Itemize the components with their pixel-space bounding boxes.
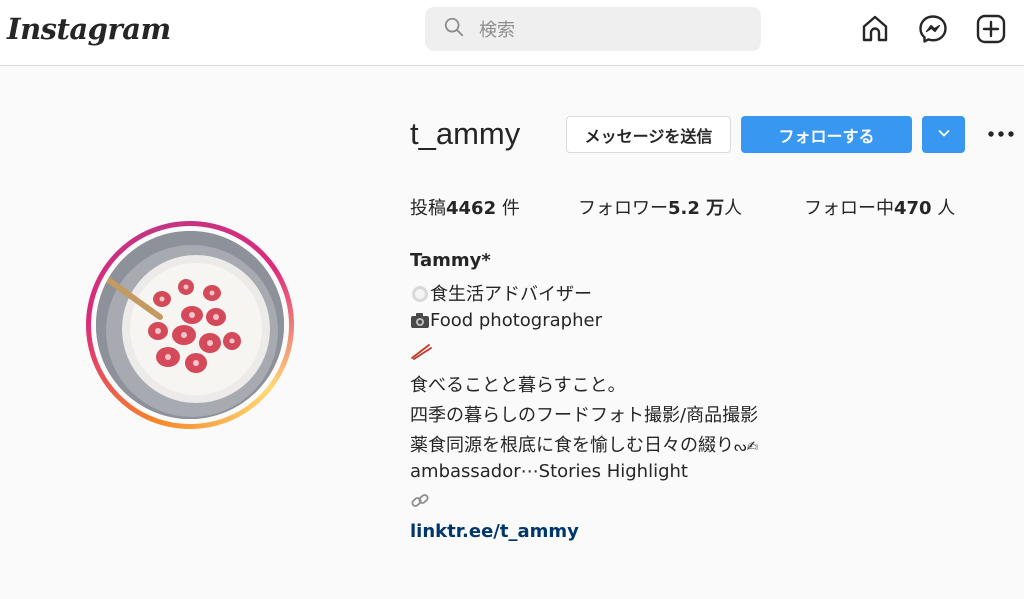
bio-line-5: 薬食同源を根底に食を愉しむ日々の綴りᔓ✍ bbox=[410, 431, 758, 457]
avatar[interactable] bbox=[96, 231, 284, 419]
bio-external-link[interactable]: linktr.ee/t_ammy bbox=[410, 521, 579, 542]
bio-line-chopsticks bbox=[410, 341, 432, 365]
following-label: フォロー中 bbox=[804, 198, 894, 219]
bio-line-5-text: 薬食同源を根底に食を愉しむ日々の綴り bbox=[410, 435, 734, 456]
story-ring[interactable] bbox=[86, 221, 294, 429]
instagram-logo[interactable]: Instagram bbox=[7, 12, 171, 46]
messenger-icon[interactable] bbox=[917, 13, 949, 45]
followers-label: フォロワー bbox=[578, 198, 668, 219]
bio-line-6: ambassador⋯Stories Highlight bbox=[410, 461, 688, 482]
following-number: 470 bbox=[894, 198, 932, 219]
plate-icon bbox=[410, 285, 430, 308]
avatar-border bbox=[91, 226, 289, 424]
follow-button[interactable]: フォローする bbox=[741, 116, 912, 153]
bio-advisor-text: 食生活アドバイザー bbox=[430, 284, 592, 305]
link-icon bbox=[410, 492, 430, 515]
bio-line-photographer: Food photographer bbox=[410, 310, 602, 334]
posts-unit: 件 bbox=[496, 198, 520, 219]
following-count[interactable]: フォロー中470 人 bbox=[804, 194, 955, 220]
search-input[interactable]: 検索 bbox=[479, 16, 515, 42]
posts-count: 投稿4462 件 bbox=[410, 194, 520, 220]
bio-photographer-text: Food photographer bbox=[430, 310, 602, 331]
followers-count[interactable]: フォロワー5.2 万人 bbox=[578, 194, 742, 220]
profile-full-name: Tammy* bbox=[410, 250, 491, 271]
bio-line-advisor: 食生活アドバイザー bbox=[410, 280, 592, 308]
posts-number: 4462 bbox=[446, 198, 497, 219]
search-icon bbox=[443, 16, 465, 42]
followers-number: 5.2 万 bbox=[668, 198, 725, 219]
new-post-icon[interactable] bbox=[975, 13, 1007, 45]
profile-username: t_ammy bbox=[410, 116, 521, 151]
bio-line-3: 食べることと暮らすこと。 bbox=[410, 375, 626, 396]
home-icon[interactable] bbox=[859, 13, 891, 45]
top-navigation-bar: Instagram 検索 bbox=[0, 0, 1024, 66]
send-message-button[interactable]: メッセージを送信 bbox=[566, 116, 731, 153]
posts-label: 投稿 bbox=[410, 198, 446, 219]
following-unit: 人 bbox=[931, 198, 956, 219]
followers-unit: 人 bbox=[724, 198, 743, 219]
bio-line-link-icon bbox=[410, 491, 430, 515]
search-bar[interactable]: 検索 bbox=[425, 7, 761, 51]
chopsticks-icon bbox=[410, 342, 432, 365]
suggested-accounts-dropdown-button[interactable] bbox=[922, 116, 965, 153]
chevron-down-icon bbox=[936, 125, 952, 145]
bio-line-4: 四季の暮らしのフードフォト撮影/商品撮影 bbox=[410, 405, 759, 426]
writing-hand-icon: ᔓ✍ bbox=[734, 439, 759, 455]
more-options-icon[interactable] bbox=[986, 122, 1016, 146]
camera-icon bbox=[410, 311, 430, 334]
